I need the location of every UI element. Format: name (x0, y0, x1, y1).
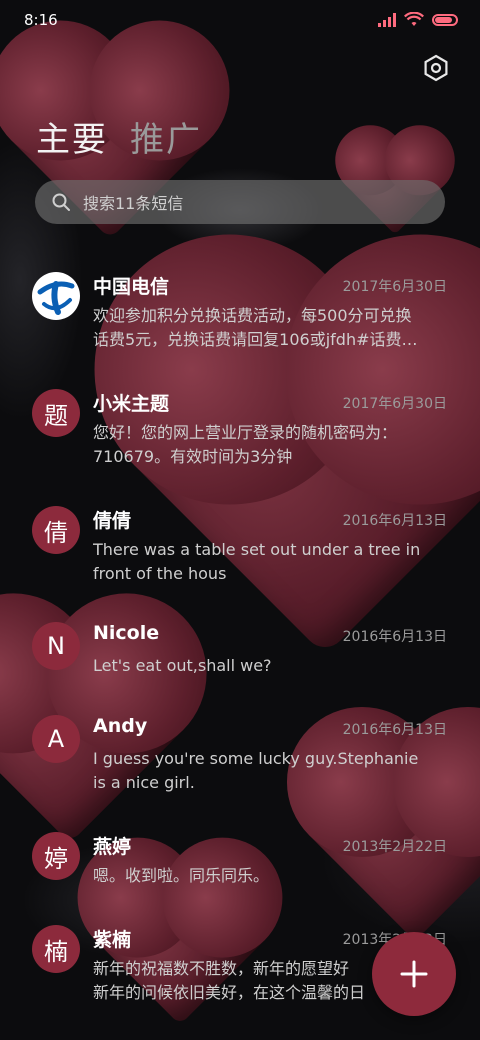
contact-avatar: A (32, 715, 80, 763)
contact-avatar: 楠 (32, 925, 80, 973)
contact-avatar: N (32, 622, 80, 670)
contact-name: 倩倩 (93, 510, 132, 532)
status-bar: 8:16 (0, 0, 480, 40)
message-preview: 您好！您的网上营业厅登录的随机密码为： 710679。有效时间为3分钟 (93, 423, 398, 466)
contact-name: 紫楠 (93, 929, 132, 951)
china-telecom-logo (32, 272, 80, 320)
message-preview: I guess you're some lucky guy.Stephanie … (93, 749, 419, 792)
battery-icon (432, 14, 458, 26)
message-preview: Let's eat out,shall we? (93, 656, 272, 675)
contact-name: 中国电信 (93, 276, 170, 298)
search-placeholder: 搜索11条短信 (83, 194, 184, 213)
conversation-item[interactable]: 中国电信 2017年6月30日 欢迎参加积分兑换话费活动，每500分可兑换 话费… (0, 272, 480, 382)
category-tabs: 主要 推广 (36, 112, 202, 161)
message-date: 2017年6月30日 (342, 279, 447, 295)
message-date: 2017年6月30日 (342, 396, 447, 412)
settings-hexagon-icon[interactable] (422, 54, 450, 82)
conversation-item[interactable]: 倩 倩倩 2016年6月13日 There was a table set ou… (0, 506, 480, 616)
status-icons (378, 12, 458, 28)
compose-button[interactable] (372, 932, 456, 1016)
wifi-icon (404, 12, 424, 26)
message-date: 2016年6月13日 (342, 629, 447, 645)
message-date: 2013年2月22日 (342, 839, 447, 855)
conversation-item[interactable]: 题 小米主题 2017年6月30日 您好！您的网上营业厅登录的随机密码为： 71… (0, 389, 480, 499)
contact-name: Andy (93, 715, 148, 737)
message-preview: 嗯。收到啦。同乐同乐。 (93, 866, 270, 885)
message-date: 2016年6月13日 (342, 513, 447, 529)
message-preview: There was a table set out under a tree i… (93, 540, 421, 583)
status-time: 8:16 (24, 11, 58, 29)
tab-primary[interactable]: 主要 (36, 112, 108, 161)
contact-avatar: 婷 (32, 832, 80, 880)
message-date: 2016年6月13日 (342, 722, 447, 738)
contact-name: Nicole (93, 622, 160, 644)
contact-avatar: 题 (32, 389, 80, 437)
search-bar[interactable]: 搜索11条短信 (35, 180, 445, 224)
signal-icon (378, 13, 396, 27)
tab-promotions[interactable]: 推广 (130, 112, 202, 161)
contact-name: 燕婷 (93, 836, 132, 858)
contact-avatar: 倩 (32, 506, 80, 554)
conversation-item[interactable]: A Andy 2016年6月13日 I guess you're some lu… (0, 715, 480, 825)
plus-icon (400, 960, 428, 988)
message-preview: 欢迎参加积分兑换话费活动，每500分可兑换 话费5元，兑换话费请回复106或jf… (93, 306, 418, 349)
search-icon (52, 193, 70, 211)
contact-name: 小米主题 (93, 393, 170, 415)
